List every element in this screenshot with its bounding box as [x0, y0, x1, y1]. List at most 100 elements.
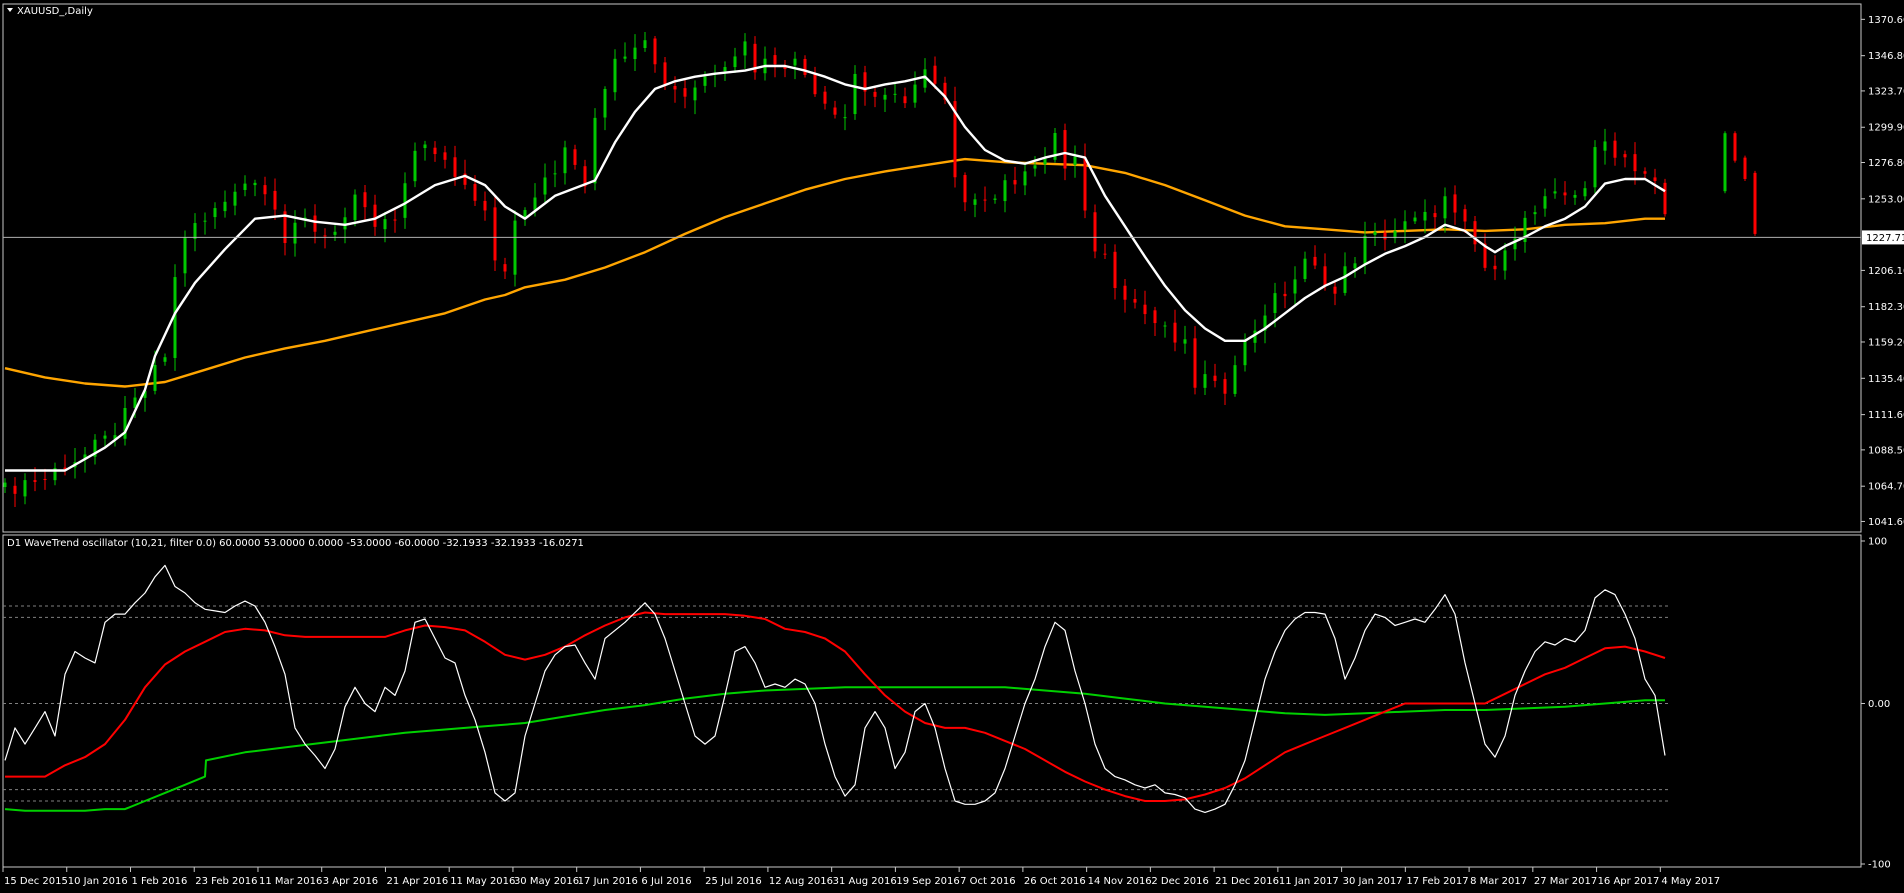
candle-body — [693, 87, 697, 101]
candle-body — [1743, 157, 1747, 179]
candle-body — [1663, 182, 1667, 215]
time-tick-label: 23 Feb 2016 — [195, 876, 257, 887]
candle-body — [163, 357, 167, 362]
time-tick-label: 27 Mar 2017 — [1534, 876, 1597, 887]
candle-body — [1243, 339, 1247, 366]
candle-body — [103, 435, 107, 439]
candle-body — [453, 157, 457, 177]
candle-body — [1283, 293, 1287, 297]
candle-body — [1593, 147, 1597, 188]
candle-body — [1723, 133, 1727, 192]
candle-body — [913, 84, 917, 103]
time-tick-label: 8 Mar 2017 — [1470, 876, 1527, 887]
candle-body — [613, 58, 617, 93]
candle-body — [3, 482, 7, 488]
candle-body — [733, 56, 737, 68]
candle-body — [633, 47, 637, 60]
candle-body — [1493, 265, 1497, 270]
chart-canvas: 1370.60 1346.80 1323.70 1299.90 1276.80 1253.… — [0, 0, 1904, 893]
candle-body — [893, 93, 897, 95]
candle-body — [1333, 286, 1337, 294]
candle-body — [223, 201, 227, 212]
candle-body — [1143, 304, 1147, 315]
window-title-group: XAUUSD_,Daily — [7, 6, 93, 17]
candle-body — [333, 231, 337, 235]
price-tick-label: 1346.80 — [1868, 51, 1904, 62]
candle-body — [1273, 293, 1277, 314]
time-tick-label: 1 Feb 2016 — [131, 876, 187, 887]
candle-body — [573, 149, 577, 165]
time-tick-label: 11 Mar 2016 — [259, 876, 322, 887]
candle-body — [1453, 194, 1457, 213]
candle-body — [1603, 141, 1607, 151]
candle-body — [1123, 285, 1127, 300]
candle-body — [1013, 180, 1017, 185]
candle-body — [853, 73, 857, 115]
candle-body — [933, 65, 937, 84]
candle-body — [563, 147, 567, 174]
candle-body — [423, 144, 427, 149]
candle-body — [1643, 171, 1647, 174]
time-tick-label: 11 May 2016 — [450, 876, 515, 887]
candle-body — [653, 38, 657, 65]
candle-body — [403, 183, 407, 218]
candle-body — [493, 207, 497, 261]
candle-body — [1363, 235, 1367, 265]
candle-body — [1463, 209, 1467, 222]
candle-body — [983, 199, 987, 201]
price-tick-label: 1182.30 — [1868, 302, 1904, 313]
candle-body — [623, 56, 627, 59]
price-tick-label: 1253.00 — [1868, 194, 1904, 205]
candle-body — [1443, 196, 1447, 219]
price-tick-label: 1135.40 — [1868, 374, 1904, 385]
candle-body — [503, 264, 507, 272]
candle-body — [1613, 140, 1617, 158]
time-tick-label: 2 Dec 2016 — [1151, 876, 1209, 887]
candle-body — [703, 76, 707, 86]
candle-body — [313, 215, 317, 232]
candle-body — [803, 58, 807, 75]
candle-body — [243, 183, 247, 190]
candle-body — [1163, 325, 1167, 327]
candle-body — [43, 478, 47, 480]
candle-body — [363, 192, 367, 208]
time-tick-label: 12 Aug 2016 — [769, 876, 833, 887]
candle-body — [1153, 310, 1157, 324]
candle-body — [263, 185, 267, 195]
candle-body — [1573, 194, 1577, 198]
time-tick-label: 10 Jan 2016 — [68, 876, 128, 887]
candle-body — [1633, 154, 1637, 172]
candle-body — [663, 62, 667, 87]
candle-body — [873, 91, 877, 97]
candle-body — [443, 152, 447, 160]
candle-body — [553, 173, 557, 175]
candle-body — [33, 480, 37, 482]
candle-body — [233, 191, 237, 206]
price-tick-label: 1370.60 — [1868, 15, 1904, 26]
candle-body — [1753, 172, 1757, 234]
time-tick-label: 4 May 2017 — [1661, 876, 1720, 887]
price-tick-label: 1299.90 — [1868, 123, 1904, 134]
candle-body — [723, 67, 727, 72]
candle-body — [373, 204, 377, 227]
candle-body — [1293, 279, 1297, 294]
candle-body — [1063, 130, 1067, 169]
candle-body — [643, 40, 647, 49]
candle-body — [213, 208, 217, 218]
candle-body — [1083, 157, 1087, 211]
time-tick-label: 30 May 2016 — [514, 876, 579, 887]
candle-body — [323, 235, 327, 237]
time-tick-label: 30 Jan 2017 — [1343, 876, 1403, 887]
candle-body — [1563, 192, 1567, 196]
candle-body — [1473, 221, 1477, 245]
time-tick-label: 25 Jul 2016 — [705, 876, 762, 887]
candle-body — [963, 175, 967, 203]
candle-body — [203, 220, 207, 222]
candle-body — [153, 364, 157, 391]
candle-body — [253, 182, 257, 186]
candle-body — [193, 223, 197, 239]
time-tick-label: 21 Dec 2016 — [1215, 876, 1279, 887]
candle-body — [673, 86, 677, 90]
candle-body — [833, 107, 837, 115]
candle-body — [473, 184, 477, 201]
